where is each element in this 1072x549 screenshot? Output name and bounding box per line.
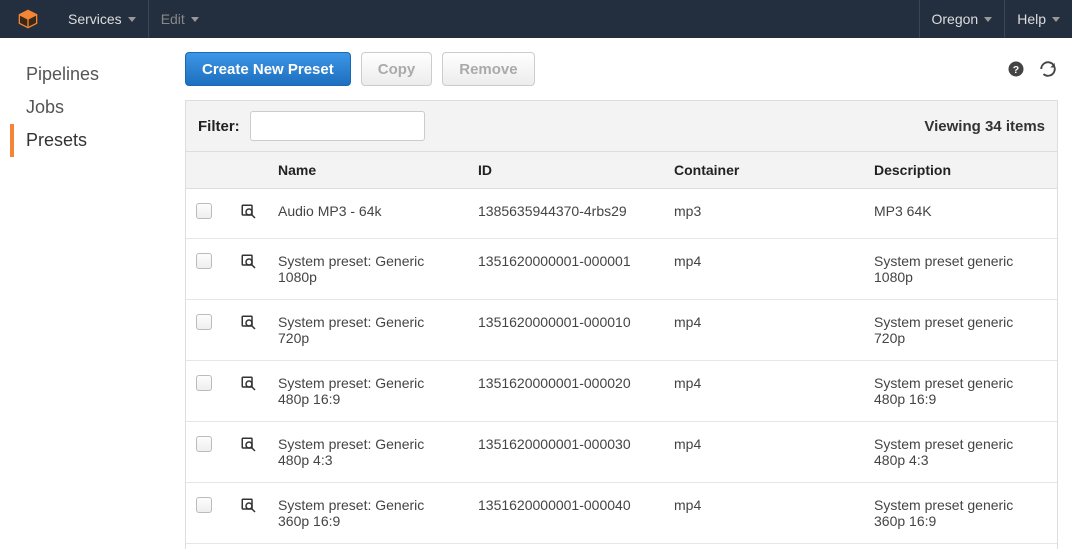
cell-name: System preset: Generic 1080p bbox=[268, 239, 468, 300]
col-checkbox-header bbox=[186, 152, 230, 189]
cell-description: System preset generic 720p bbox=[864, 300, 1057, 361]
table-wrap: Name ID Container Description Audio MP3 … bbox=[186, 152, 1057, 549]
create-new-preset-button[interactable]: Create New Preset bbox=[185, 52, 351, 86]
chevron-down-icon bbox=[1052, 17, 1060, 22]
magnify-icon[interactable] bbox=[240, 253, 258, 271]
cell-name: Audio MP3 - 64k bbox=[268, 189, 468, 239]
cell-container: mp3 bbox=[664, 189, 864, 239]
sidebar-item-presets[interactable]: Presets bbox=[10, 124, 185, 157]
chevron-down-icon bbox=[984, 17, 992, 22]
cell-id: 1351620000001-000010 bbox=[468, 300, 664, 361]
main-layout: Pipelines Jobs Presets Create New Preset… bbox=[0, 38, 1072, 549]
cell-name: System preset: Generic 360p 16:9 bbox=[268, 483, 468, 544]
copy-button[interactable]: Copy bbox=[361, 52, 433, 86]
sidebar-item-jobs[interactable]: Jobs bbox=[10, 91, 185, 124]
region-label: Oregon bbox=[932, 11, 979, 27]
col-id-header[interactable]: ID bbox=[468, 152, 664, 189]
toolbar-right: ? bbox=[1006, 59, 1058, 79]
table-row[interactable]: System preset: Generic 360p 16:913516200… bbox=[186, 483, 1057, 544]
row-checkbox[interactable] bbox=[196, 497, 212, 513]
help-label: Help bbox=[1017, 11, 1046, 27]
refresh-icon[interactable] bbox=[1038, 59, 1058, 79]
filter-label: Filter: bbox=[198, 118, 240, 135]
magnify-icon[interactable] bbox=[240, 314, 258, 332]
cell-name: System preset: Generic 720p bbox=[268, 300, 468, 361]
services-label: Services bbox=[68, 11, 122, 27]
sidebar: Pipelines Jobs Presets bbox=[0, 38, 185, 549]
aws-logo-icon[interactable] bbox=[8, 6, 48, 32]
svg-text:?: ? bbox=[1013, 64, 1019, 76]
table-row[interactable]: System preset: Generic 1080p135162000000… bbox=[186, 239, 1057, 300]
help-icon[interactable]: ? bbox=[1006, 59, 1026, 79]
remove-button[interactable]: Remove bbox=[442, 52, 534, 86]
cell-id: 1351620000001-000040 bbox=[468, 483, 664, 544]
filter-input[interactable] bbox=[250, 111, 425, 141]
cell-id: 1351620000001-000020 bbox=[468, 361, 664, 422]
top-navbar: Services Edit Oregon Help bbox=[0, 0, 1072, 38]
row-checkbox[interactable] bbox=[196, 314, 212, 330]
cell-id: 1351620000001-000001 bbox=[468, 239, 664, 300]
cell-id: 1385635944370-4rbs29 bbox=[468, 189, 664, 239]
cell-name: System preset: Generic 480p 4:3 bbox=[268, 422, 468, 483]
chevron-down-icon bbox=[191, 17, 199, 22]
cell-description: System preset generic 480p 16:9 bbox=[864, 361, 1057, 422]
presets-table: Name ID Container Description Audio MP3 … bbox=[186, 152, 1057, 549]
magnify-icon[interactable] bbox=[240, 375, 258, 393]
magnify-icon[interactable] bbox=[240, 497, 258, 515]
row-checkbox[interactable] bbox=[196, 375, 212, 391]
sidebar-item-pipelines[interactable]: Pipelines bbox=[10, 58, 185, 91]
col-container-header[interactable]: Container bbox=[664, 152, 864, 189]
services-menu[interactable]: Services bbox=[56, 0, 149, 38]
cell-name: System preset: Generic 480p 16:9 bbox=[268, 361, 468, 422]
magnify-icon[interactable] bbox=[240, 203, 258, 221]
row-checkbox[interactable] bbox=[196, 436, 212, 452]
cell-container: mp4 bbox=[664, 422, 864, 483]
topbar-left: Services Edit bbox=[0, 0, 211, 38]
viewing-count: Viewing 34 items bbox=[924, 118, 1045, 135]
panel: Filter: Viewing 34 items Name ID Contain… bbox=[185, 100, 1058, 549]
topbar-right: Oregon Help bbox=[919, 0, 1072, 38]
cell-description: System preset generic 1080p bbox=[864, 239, 1057, 300]
col-description-header[interactable]: Description bbox=[864, 152, 1057, 189]
cell-description: MP3 64K bbox=[864, 189, 1057, 239]
filter-bar: Filter: Viewing 34 items bbox=[186, 101, 1057, 152]
col-icon-header bbox=[230, 152, 268, 189]
edit-menu[interactable]: Edit bbox=[149, 0, 211, 38]
edit-label: Edit bbox=[161, 11, 185, 27]
cell-container: mp4 bbox=[664, 483, 864, 544]
cell-description: System preset generic 360p 16:9 bbox=[864, 483, 1057, 544]
table-body[interactable]: Audio MP3 - 64k1385635944370-4rbs29mp3MP… bbox=[186, 189, 1057, 549]
help-menu[interactable]: Help bbox=[1005, 0, 1072, 38]
table-row[interactable]: System preset: Generic 720p1351620000001… bbox=[186, 300, 1057, 361]
cell-container: mp4 bbox=[664, 361, 864, 422]
row-checkbox[interactable] bbox=[196, 253, 212, 269]
table-row[interactable]: System preset: Generic 480p 16:913516200… bbox=[186, 361, 1057, 422]
cell-description: System preset generic 480p 4:3 bbox=[864, 422, 1057, 483]
cell-id: 1351620000001-000030 bbox=[468, 422, 664, 483]
table-row[interactable]: System preset: Generic 480p 4:3135162000… bbox=[186, 422, 1057, 483]
table-row[interactable]: Audio MP3 - 64k1385635944370-4rbs29mp3MP… bbox=[186, 189, 1057, 239]
toolbar: Create New Preset Copy Remove ? bbox=[185, 52, 1058, 86]
col-name-header[interactable]: Name bbox=[268, 152, 468, 189]
region-menu[interactable]: Oregon bbox=[920, 0, 1006, 38]
cell-container: mp4 bbox=[664, 239, 864, 300]
chevron-down-icon bbox=[128, 17, 136, 22]
cell-container: mp4 bbox=[664, 300, 864, 361]
row-checkbox[interactable] bbox=[196, 203, 212, 219]
magnify-icon[interactable] bbox=[240, 436, 258, 454]
content: Create New Preset Copy Remove ? Filter: … bbox=[185, 38, 1072, 549]
